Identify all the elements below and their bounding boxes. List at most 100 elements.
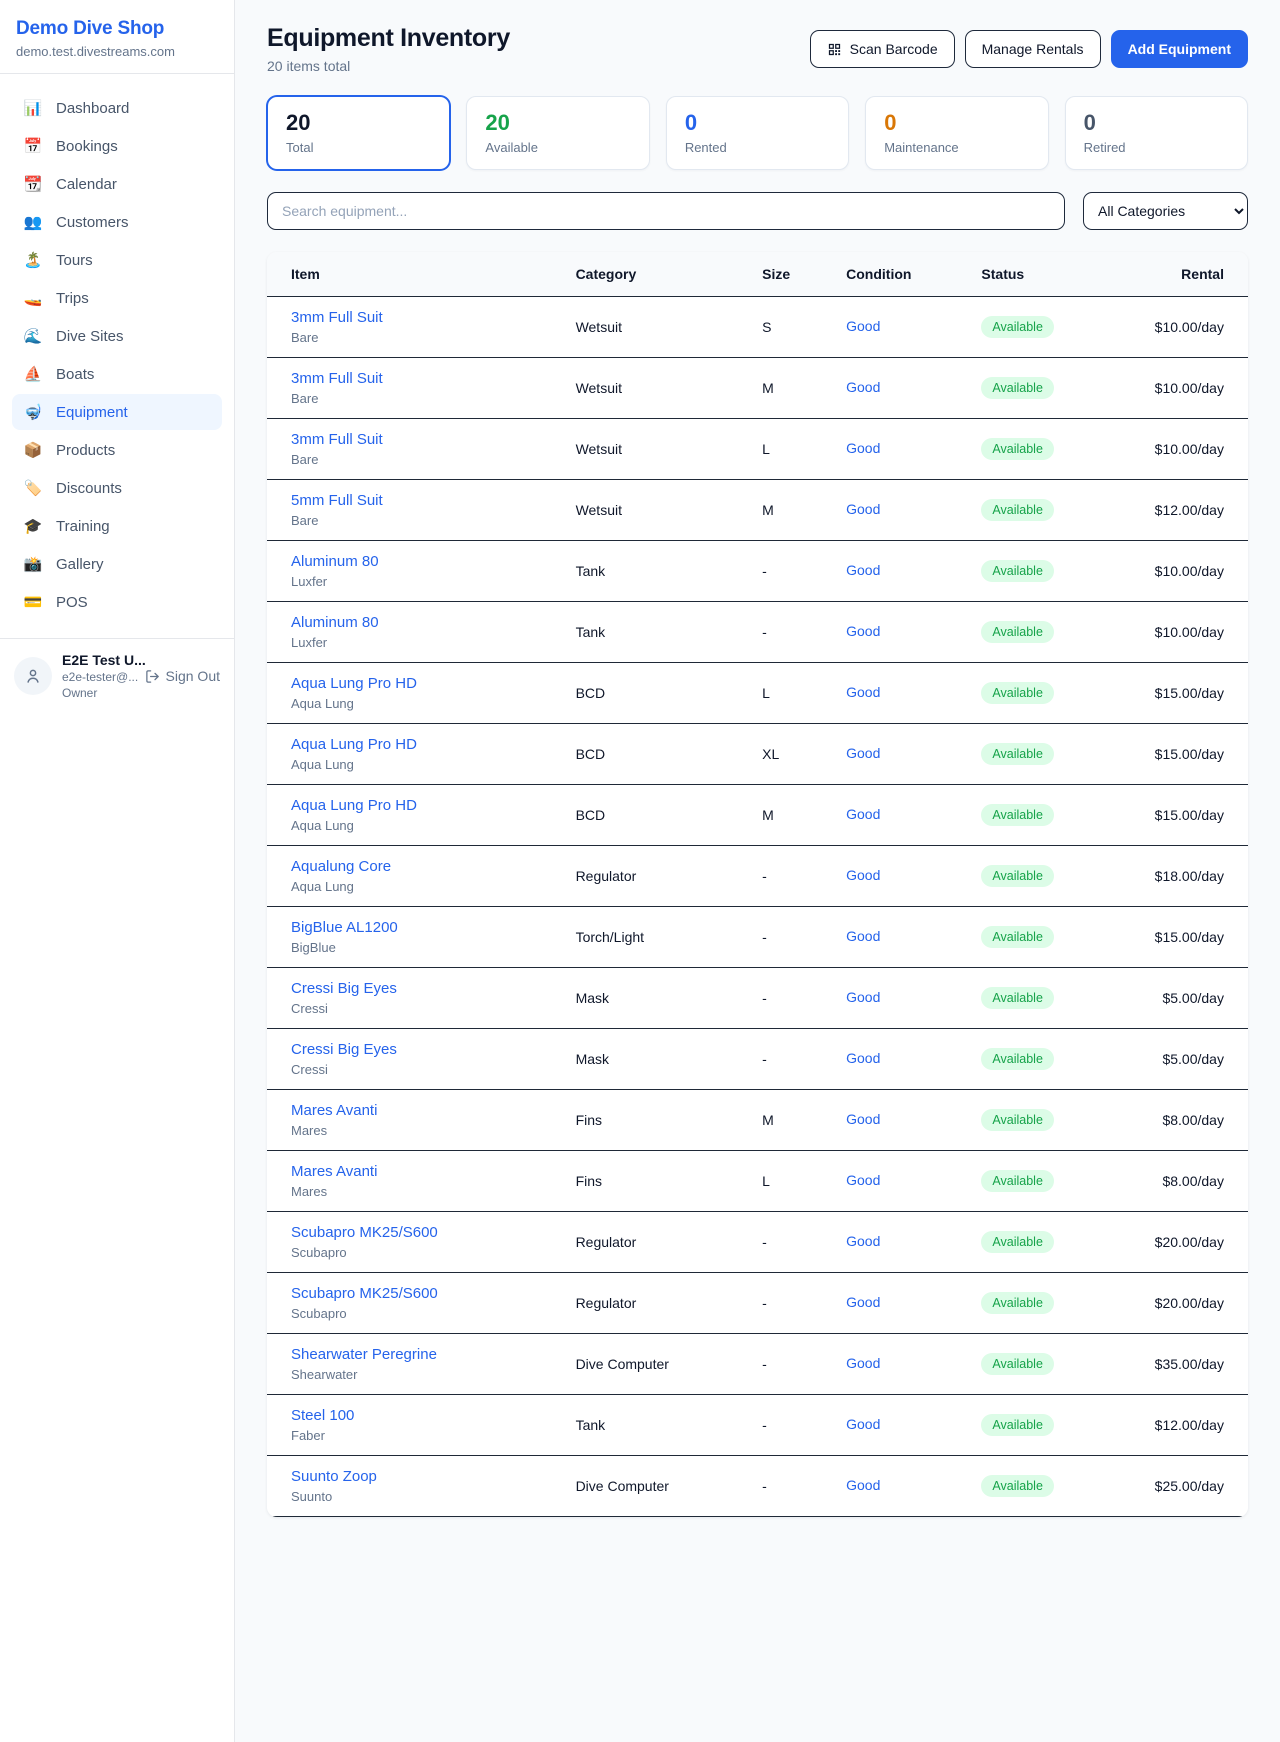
category-filter-select[interactable]: All Categories xyxy=(1083,192,1248,230)
stat-card-rented[interactable]: 0 Rented xyxy=(666,96,849,170)
condition-link[interactable]: Good xyxy=(846,501,880,517)
sign-out-button[interactable]: Sign Out xyxy=(145,668,220,684)
condition-link[interactable]: Good xyxy=(846,1477,880,1493)
add-equipment-label: Add Equipment xyxy=(1128,41,1231,57)
item-name-link[interactable]: Cressi Big Eyes xyxy=(291,980,576,997)
item-name-link[interactable]: 5mm Full Suit xyxy=(291,492,576,509)
table-header: Item Category Size Condition Status Rent… xyxy=(267,252,1248,297)
stat-card-available[interactable]: 20 Available xyxy=(466,96,649,170)
item-name-link[interactable]: Aluminum 80 xyxy=(291,614,576,631)
item-rental: $15.00/day xyxy=(1121,685,1224,701)
stat-card-maintenance[interactable]: 0 Maintenance xyxy=(865,96,1048,170)
sidebar-item-calendar[interactable]: 📆 Calendar xyxy=(12,166,222,202)
sidebar-item-training[interactable]: 🎓 Training xyxy=(12,508,222,544)
item-name-link[interactable]: Shearwater Peregrine xyxy=(291,1346,576,1363)
condition-link[interactable]: Good xyxy=(846,379,880,395)
sidebar-item-products[interactable]: 📦 Products xyxy=(12,432,222,468)
condition-link[interactable]: Good xyxy=(846,1294,880,1310)
item-name-link[interactable]: Aqualung Core xyxy=(291,858,576,875)
condition-link[interactable]: Good xyxy=(846,1111,880,1127)
condition-link[interactable]: Good xyxy=(846,1233,880,1249)
item-size: L xyxy=(762,685,846,701)
table-row: Scubapro MK25/S600 Scubapro Regulator - … xyxy=(267,1212,1248,1273)
trips-icon: 🚤 xyxy=(23,289,43,307)
item-size: - xyxy=(762,1051,846,1067)
dashboard-icon: 📊 xyxy=(23,99,43,117)
scan-barcode-button[interactable]: Scan Barcode xyxy=(810,30,955,68)
sidebar-item-customers[interactable]: 👥 Customers xyxy=(12,204,222,240)
condition-link[interactable]: Good xyxy=(846,1416,880,1432)
item-name-link[interactable]: Cressi Big Eyes xyxy=(291,1041,576,1058)
stat-card-total[interactable]: 20 Total xyxy=(267,96,450,170)
item-name-link[interactable]: 3mm Full Suit xyxy=(291,370,576,387)
item-size: XL xyxy=(762,746,846,762)
item-name-link[interactable]: Aluminum 80 xyxy=(291,553,576,570)
item-name-link[interactable]: Suunto Zoop xyxy=(291,1468,576,1485)
user-box: E2E Test U... e2e-tester@... Owner Sign … xyxy=(0,638,234,713)
table-row: Aqua Lung Pro HD Aqua Lung BCD L Good Av… xyxy=(267,663,1248,724)
item-name-link[interactable]: Scubapro MK25/S600 xyxy=(291,1224,576,1241)
sidebar-item-gallery[interactable]: 📸 Gallery xyxy=(12,546,222,582)
table-row: 3mm Full Suit Bare Wetsuit S Good Availa… xyxy=(267,297,1248,358)
search-input[interactable] xyxy=(267,192,1065,230)
sidebar-item-dive-sites[interactable]: 🌊 Dive Sites xyxy=(12,318,222,354)
condition-link[interactable]: Good xyxy=(846,684,880,700)
item-name-link[interactable]: Mares Avanti xyxy=(291,1163,576,1180)
item-rental: $20.00/day xyxy=(1121,1295,1224,1311)
status-badge: Available xyxy=(981,804,1054,826)
sidebar-item-tours[interactable]: 🏝️ Tours xyxy=(12,242,222,278)
item-name-link[interactable]: Mares Avanti xyxy=(291,1102,576,1119)
sidebar-item-pos[interactable]: 💳 POS xyxy=(12,584,222,620)
page-title-block: Equipment Inventory 20 items total xyxy=(267,24,510,74)
item-name-link[interactable]: 3mm Full Suit xyxy=(291,431,576,448)
table-row: Aqua Lung Pro HD Aqua Lung BCD XL Good A… xyxy=(267,724,1248,785)
condition-link[interactable]: Good xyxy=(846,318,880,334)
manage-rentals-button[interactable]: Manage Rentals xyxy=(965,30,1101,68)
sidebar-item-bookings[interactable]: 📅 Bookings xyxy=(12,128,222,164)
item-category: Regulator xyxy=(576,1234,763,1250)
sidebar-item-discounts[interactable]: 🏷️ Discounts xyxy=(12,470,222,506)
sidebar-item-trips[interactable]: 🚤 Trips xyxy=(12,280,222,316)
condition-link[interactable]: Good xyxy=(846,1050,880,1066)
add-equipment-button[interactable]: Add Equipment xyxy=(1111,30,1248,68)
item-category: Wetsuit xyxy=(576,441,763,457)
sidebar-item-label: Discounts xyxy=(56,480,122,497)
stats-row: 20 Total 20 Available 0 Rented 0 Mainten… xyxy=(267,96,1248,170)
page-header: Equipment Inventory 20 items total Scan … xyxy=(267,24,1248,74)
item-brand: Mares xyxy=(291,1184,576,1199)
sidebar-item-label: Dashboard xyxy=(56,100,129,117)
condition-link[interactable]: Good xyxy=(846,440,880,456)
condition-link[interactable]: Good xyxy=(846,928,880,944)
condition-link[interactable]: Good xyxy=(846,806,880,822)
stat-card-retired[interactable]: 0 Retired xyxy=(1065,96,1248,170)
item-brand: Bare xyxy=(291,452,576,467)
condition-link[interactable]: Good xyxy=(846,1355,880,1371)
status-badge: Available xyxy=(981,1048,1054,1070)
scan-barcode-label: Scan Barcode xyxy=(850,41,938,57)
status-badge: Available xyxy=(981,621,1054,643)
sidebar-item-boats[interactable]: ⛵ Boats xyxy=(12,356,222,392)
condition-link[interactable]: Good xyxy=(846,745,880,761)
sidebar-item-equipment[interactable]: 🤿 Equipment xyxy=(12,394,222,430)
column-header-size: Size xyxy=(762,266,846,282)
item-rental: $10.00/day xyxy=(1121,441,1224,457)
item-category: Tank xyxy=(576,1417,763,1433)
item-name-link[interactable]: 3mm Full Suit xyxy=(291,309,576,326)
sidebar-item-dashboard[interactable]: 📊 Dashboard xyxy=(12,90,222,126)
item-category: Mask xyxy=(576,990,763,1006)
item-name-link[interactable]: BigBlue AL1200 xyxy=(291,919,576,936)
item-name-link[interactable]: Steel 100 xyxy=(291,1407,576,1424)
item-name-link[interactable]: Scubapro MK25/S600 xyxy=(291,1285,576,1302)
item-name-link[interactable]: Aqua Lung Pro HD xyxy=(291,675,576,692)
item-name-link[interactable]: Aqua Lung Pro HD xyxy=(291,736,576,753)
condition-link[interactable]: Good xyxy=(846,867,880,883)
condition-link[interactable]: Good xyxy=(846,562,880,578)
condition-link[interactable]: Good xyxy=(846,989,880,1005)
customers-icon: 👥 xyxy=(23,213,43,231)
status-badge: Available xyxy=(981,1231,1054,1253)
table-row: Aqua Lung Pro HD Aqua Lung BCD M Good Av… xyxy=(267,785,1248,846)
condition-link[interactable]: Good xyxy=(846,1172,880,1188)
item-name-link[interactable]: Aqua Lung Pro HD xyxy=(291,797,576,814)
condition-link[interactable]: Good xyxy=(846,623,880,639)
status-badge: Available xyxy=(981,438,1054,460)
